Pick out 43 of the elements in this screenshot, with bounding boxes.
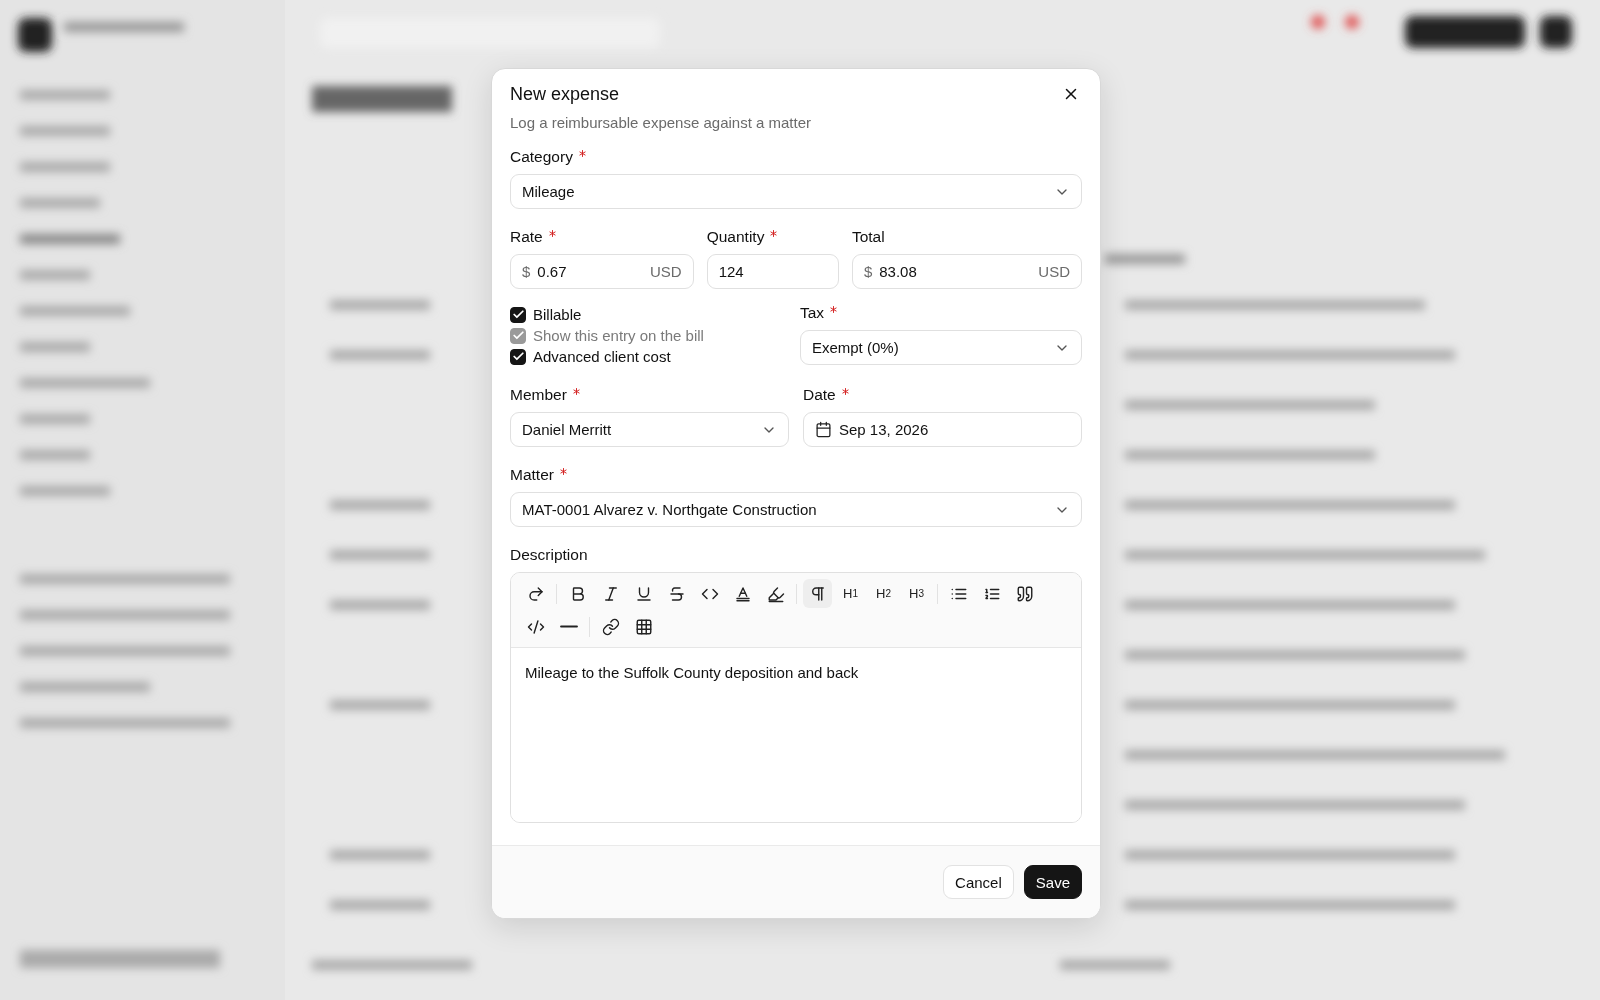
currency-prefix: $ (863, 263, 873, 280)
select-field[interactable]: MAT-0001 Alvarez v. Northgate Construction (510, 492, 1082, 527)
select-field[interactable]: Daniel Merritt (510, 412, 789, 447)
currency-suffix: USD (650, 263, 682, 280)
table-icon (634, 617, 653, 636)
select-field[interactable]: Exempt (0%) (799, 330, 1082, 365)
link-icon (601, 617, 620, 636)
field-label: Date (803, 386, 836, 404)
input-field[interactable]: $ 0.67 USD (510, 254, 694, 289)
paragraph-button[interactable] (803, 579, 832, 608)
save-button[interactable]: Save (1023, 865, 1082, 899)
input-field[interactable]: 124 (706, 254, 839, 289)
currency-suffix: USD (1038, 263, 1070, 280)
dialog-title: New expense (510, 83, 620, 105)
date-field[interactable]: Sep 13, 2026 (803, 412, 1082, 447)
field-label: Member (510, 386, 567, 404)
horizontal-rule-icon (559, 625, 578, 628)
checkbox-label: Show this entry on the bill (533, 327, 704, 344)
checkbox-label: Billable (533, 306, 582, 323)
strikethrough-icon (667, 584, 686, 603)
checkbox[interactable] (510, 348, 526, 365)
input-field[interactable]: $ 83.08 USD (851, 254, 1082, 289)
currency-prefix: $ (522, 263, 531, 280)
highlighter-icon (766, 584, 785, 603)
checkbox-label: Advanced client cost (533, 348, 671, 365)
field-label: Matter (510, 466, 554, 484)
quote-icon (1015, 584, 1034, 603)
select-field[interactable]: Mileage (510, 174, 1082, 209)
field-label: Rate (510, 228, 543, 246)
field-label: Tax (799, 304, 825, 322)
field-label: Quantity (706, 228, 765, 246)
text-color-icon (733, 584, 752, 603)
redo-icon (526, 584, 545, 603)
description-text: Mileage to the Suffolk County deposition and back (525, 664, 860, 681)
dialog-subtitle: Log a reimbursable expense against a matter (509, 113, 812, 131)
code-block-icon (526, 617, 545, 636)
field-label: Category (510, 148, 573, 166)
checkbox[interactable] (510, 306, 526, 323)
cancel-button[interactable]: Cancel (943, 865, 1014, 899)
field-label: Total (851, 228, 885, 246)
calendar-icon (815, 421, 832, 438)
underline-icon (634, 584, 653, 603)
field-label: Description (510, 546, 588, 564)
